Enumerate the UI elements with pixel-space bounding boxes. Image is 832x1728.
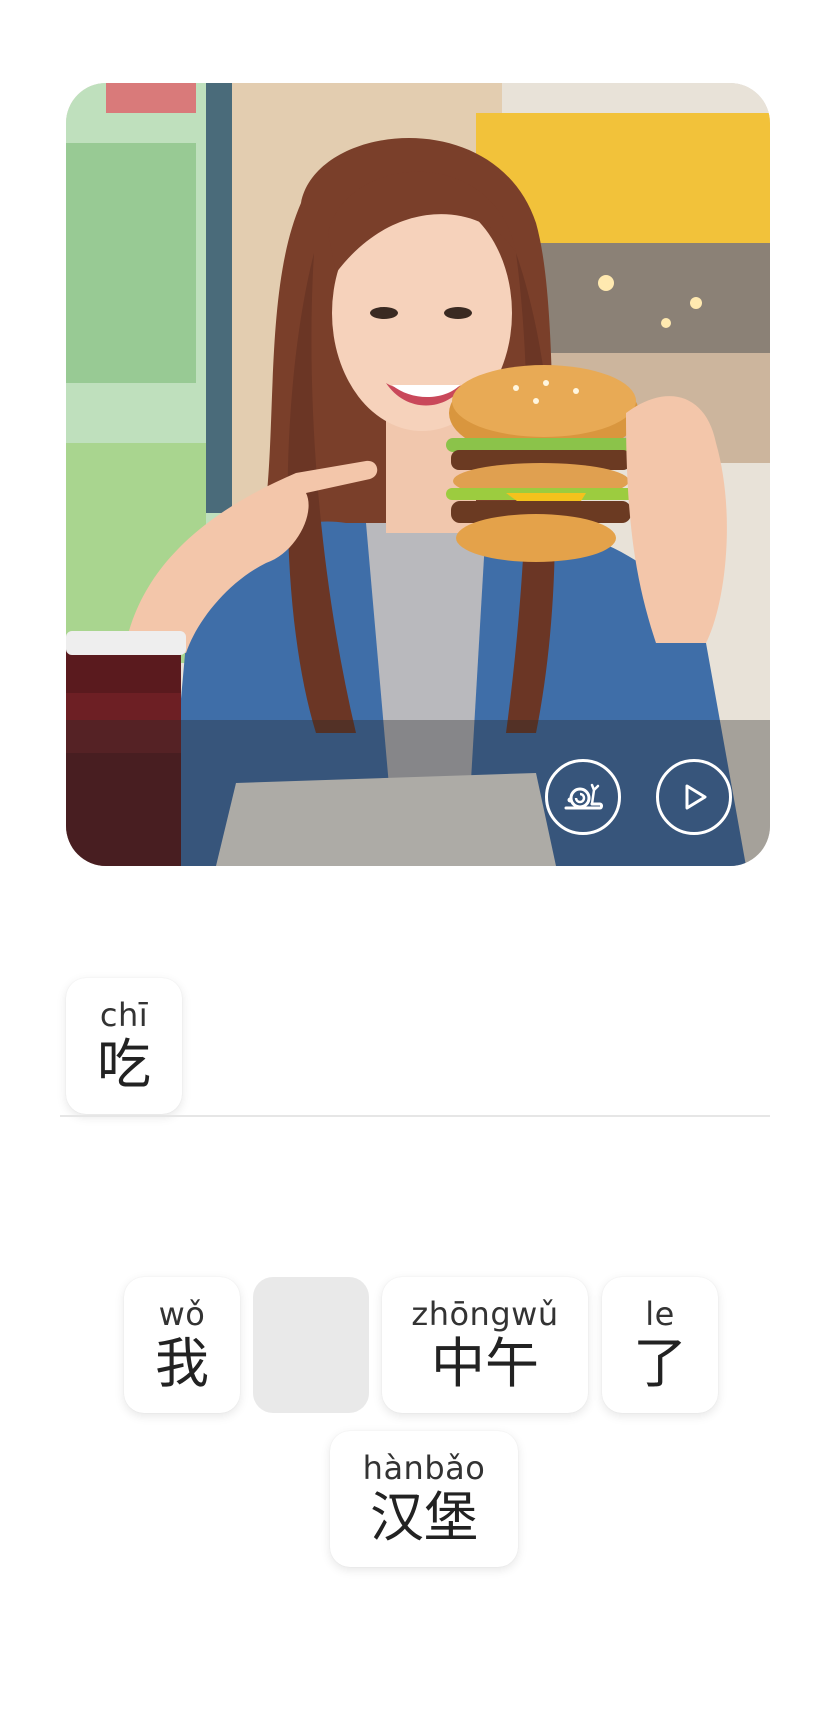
- word-tile-le[interactable]: le 了: [602, 1277, 718, 1413]
- play-audio-button[interactable]: [656, 759, 732, 835]
- tile-pinyin: hànbǎo: [362, 1449, 486, 1487]
- answer-divider: [60, 1115, 770, 1117]
- word-tile-used-placeholder: [253, 1277, 369, 1413]
- tile-hanzi: 吃: [97, 1033, 151, 1096]
- tile-pinyin: zhōngwǔ: [411, 1295, 559, 1333]
- word-tile-wo[interactable]: wǒ 我: [124, 1277, 240, 1413]
- tile-pinyin: chī: [99, 996, 149, 1034]
- word-tile-hanbao[interactable]: hànbǎo 汉堡: [330, 1431, 518, 1567]
- tile-hanzi: 汉堡: [370, 1486, 478, 1549]
- tile-hanzi: 中午: [431, 1332, 539, 1395]
- slow-audio-button[interactable]: [545, 759, 621, 835]
- snail-icon: [564, 783, 603, 810]
- answer-tile-chi[interactable]: chī 吃: [66, 978, 182, 1114]
- exercise-photo: [66, 83, 770, 866]
- word-tile-zhongwu[interactable]: zhōngwǔ 中午: [382, 1277, 588, 1413]
- tile-pinyin: le: [645, 1295, 675, 1333]
- play-icon: [685, 784, 707, 810]
- tile-hanzi: 了: [633, 1332, 687, 1395]
- tile-hanzi: 我: [155, 1332, 209, 1395]
- tile-pinyin: wǒ: [158, 1295, 206, 1333]
